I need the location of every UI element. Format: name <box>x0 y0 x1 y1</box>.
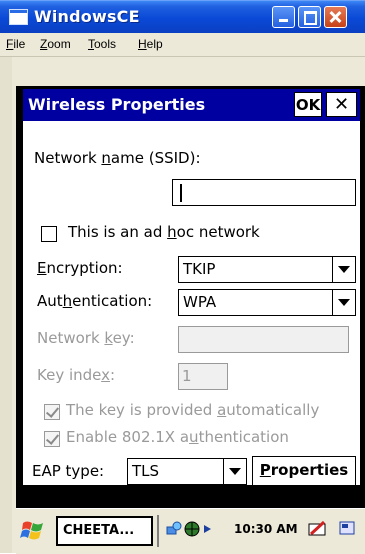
enable-8021x-label: Enable 802.1X authentication <box>66 428 289 446</box>
window-title: WindowsCE <box>34 7 140 26</box>
desktop-icon[interactable] <box>338 520 358 538</box>
wireless-properties-dialog: Wireless Properties OK ✕ Network name (S… <box>22 88 361 486</box>
maximize-button[interactable] <box>298 6 321 28</box>
network-key-label: Network key: <box>37 329 135 347</box>
menu-help[interactable]: Help <box>138 37 163 51</box>
ssid-input[interactable] <box>172 179 356 206</box>
windowsce-app-icon <box>9 9 28 25</box>
authentication-label: Authentication: <box>37 292 153 310</box>
clock[interactable]: 10:30 AM <box>234 522 298 536</box>
menu-zoom[interactable]: Zoom <box>40 37 71 51</box>
authentication-select[interactable]: WPA <box>178 289 356 316</box>
ssid-label: Network name (SSID): <box>34 149 201 167</box>
menubar: File Zoom Tools Help <box>0 33 365 57</box>
tray-separator <box>157 515 159 547</box>
dialog-close-button[interactable]: ✕ <box>326 92 357 117</box>
properties-button[interactable]: Properties <box>252 456 356 486</box>
menu-file[interactable]: File <box>6 37 25 51</box>
network-icon[interactable] <box>166 521 182 537</box>
auto-key-checkbox[interactable] <box>44 404 60 420</box>
play-arrow-icon <box>204 525 211 533</box>
eap-type-select[interactable]: TLS <box>127 458 247 485</box>
encryption-select[interactable]: TKIP <box>178 256 356 283</box>
dialog-title: Wireless Properties <box>28 95 206 114</box>
network-key-input[interactable] <box>178 326 349 353</box>
close-window-button[interactable] <box>324 6 347 28</box>
auto-key-label: The key is provided automatically <box>66 401 320 419</box>
encryption-label: Encryption: <box>37 259 123 277</box>
eap-type-label: EAP type: <box>32 462 105 480</box>
key-index-label: Key index: <box>37 366 116 384</box>
dialog-titlebar: Wireless Properties OK ✕ <box>23 89 360 121</box>
key-index-input[interactable]: 1 <box>178 363 228 390</box>
eap-type-value: TLS <box>132 462 160 480</box>
chevron-down-icon[interactable] <box>223 459 246 484</box>
chevron-down-icon[interactable] <box>332 290 355 315</box>
taskbar: CHEETA... 10:30 AM <box>16 508 365 554</box>
minimize-button[interactable] <box>272 6 295 28</box>
ok-button[interactable]: OK <box>294 92 322 117</box>
taskbar-app-button[interactable]: CHEETA... <box>56 516 153 546</box>
adhoc-checkbox[interactable] <box>41 226 57 242</box>
enable-8021x-checkbox[interactable] <box>44 431 60 447</box>
input-panel-icon[interactable] <box>308 520 328 538</box>
authentication-value: WPA <box>183 293 217 311</box>
start-flag-icon[interactable] <box>20 519 46 543</box>
globe-icon[interactable] <box>184 521 200 537</box>
text-cursor <box>180 184 182 202</box>
menu-tools[interactable]: Tools <box>88 37 116 51</box>
encryption-value: TKIP <box>183 260 216 278</box>
chevron-down-icon[interactable] <box>332 257 355 282</box>
adhoc-label: This is an ad hoc network <box>68 223 260 241</box>
emulator-left-border <box>0 57 12 553</box>
window-titlebar: WindowsCE <box>0 0 365 33</box>
